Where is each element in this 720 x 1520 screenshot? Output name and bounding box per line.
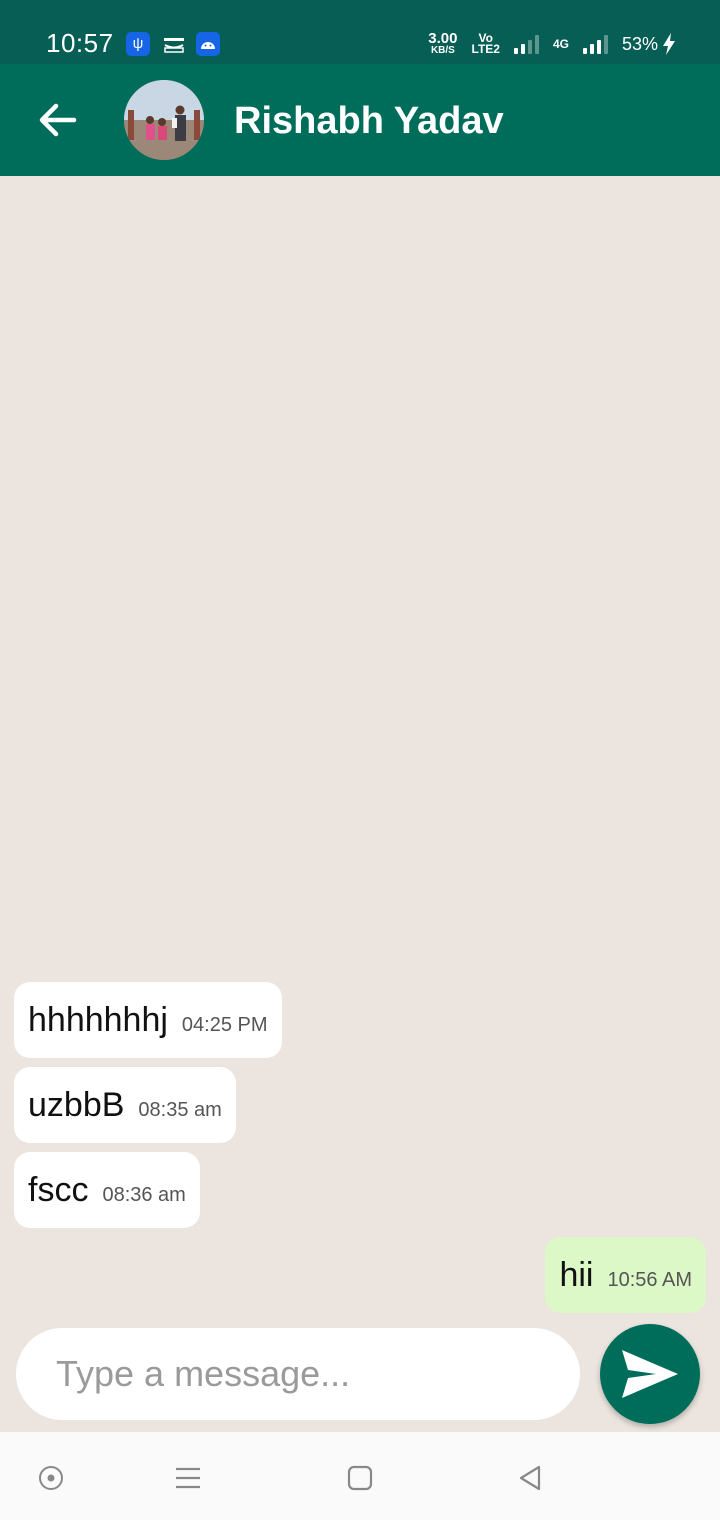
back-nav-button[interactable] <box>510 1458 550 1498</box>
signal-sim1-icon <box>513 34 539 54</box>
send-button[interactable] <box>600 1324 700 1424</box>
system-nav-bar <box>0 1432 720 1520</box>
android-icon <box>196 32 220 56</box>
message-bubble-incoming[interactable]: hhhhhhhj 04:25 PM <box>14 982 282 1058</box>
square-icon <box>347 1465 373 1491</box>
message-list[interactable]: hhhhhhhj 04:25 PM uzbbB 08:35 am fscc 08… <box>0 176 720 1326</box>
message-time: 08:35 am <box>138 1099 222 1121</box>
back-button[interactable] <box>30 92 86 148</box>
network-type: 4G <box>552 37 569 51</box>
status-bar: 10:57 ψ 3.00 KB/S Vo LTE2 4G 53% <box>0 0 720 64</box>
charging-icon <box>663 33 675 55</box>
message-bubble-incoming[interactable]: uzbbB 08:35 am <box>14 1067 236 1143</box>
assistant-button[interactable] <box>31 1458 71 1498</box>
message-text: fscc <box>28 1171 89 1209</box>
volte-indicator: Vo LTE2 <box>471 31 500 56</box>
message-text: hii <box>559 1256 594 1294</box>
usb-icon: ψ <box>126 32 150 56</box>
triangle-back-icon <box>519 1465 541 1491</box>
amazon-icon <box>164 38 184 53</box>
message-time: 08:36 am <box>102 1184 186 1206</box>
avatar-photo <box>124 80 204 160</box>
message-time: 10:56 AM <box>607 1269 692 1291</box>
message-bubble-incoming[interactable]: fscc 08:36 am <box>14 1152 200 1228</box>
status-indicators: 3.00 KB/S Vo LTE2 4G 53% <box>428 28 676 60</box>
message-text: hhhhhhhj <box>28 1001 168 1039</box>
composer <box>0 1324 720 1432</box>
message-text: uzbbB <box>28 1086 125 1124</box>
battery-indicator: 53% <box>622 33 676 55</box>
message-bubble-outgoing[interactable]: hii 10:56 AM <box>545 1237 706 1313</box>
menu-icon <box>176 1467 200 1489</box>
network-speed: 3.00 KB/S <box>428 29 458 56</box>
arrow-left-icon <box>39 103 77 137</box>
chat-header: Rishabh Yadav <box>0 64 720 176</box>
message-input[interactable] <box>16 1328 580 1420</box>
contact-avatar[interactable] <box>124 80 204 160</box>
home-button[interactable] <box>340 1458 380 1498</box>
signal-sim2-icon <box>582 34 608 54</box>
menu-button[interactable] <box>168 1458 208 1498</box>
circle-dot-icon <box>39 1466 63 1490</box>
message-time: 04:25 PM <box>181 1014 268 1036</box>
send-icon <box>622 1350 678 1398</box>
contact-name[interactable]: Rishabh Yadav <box>234 100 504 143</box>
status-time: 10:57 <box>46 28 114 58</box>
